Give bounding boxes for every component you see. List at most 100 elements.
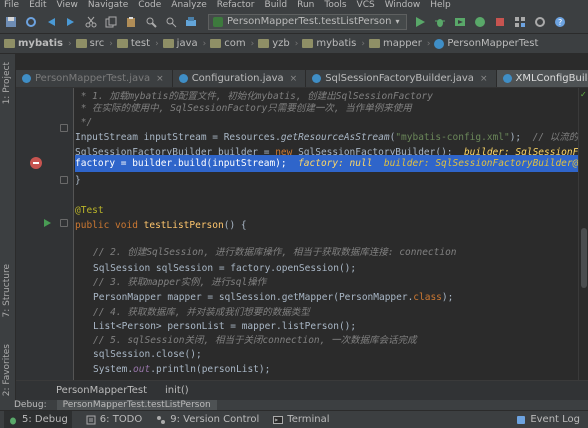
- folder-icon: [368, 39, 380, 48]
- debug-icon[interactable]: [433, 15, 447, 29]
- folder-icon: [4, 39, 15, 48]
- terminal-tool-button[interactable]: Terminal: [273, 414, 330, 425]
- menu-build[interactable]: Build: [265, 0, 288, 10]
- structure-tool-button[interactable]: 7: Structure: [2, 264, 12, 318]
- breadcrumb-class[interactable]: PersonMapperTest: [56, 385, 147, 396]
- code-line: // 2. 创建SqlSession, 进行数据库操作, 相当于获取数据库连接:…: [93, 247, 457, 258]
- version-control-tool-button[interactable]: 9: Version Control: [156, 414, 259, 425]
- breadcrumb-mybatis[interactable]: mybatis ›: [302, 38, 365, 49]
- folder-icon: [258, 39, 270, 48]
- scrollbar-thumb[interactable]: [581, 228, 587, 288]
- breadcrumb-src[interactable]: src ›: [75, 38, 113, 49]
- code-line: System.out.println(personList);: [93, 364, 271, 375]
- save-icon[interactable]: [4, 15, 18, 29]
- svg-text:?: ?: [558, 18, 562, 27]
- chevron-down-icon: ▾: [395, 17, 400, 26]
- chevron-right-icon: ›: [294, 38, 299, 49]
- editor-tabs: PersonMapperTest.java × Configuration.jav…: [16, 70, 588, 88]
- breakpoint-icon[interactable]: [30, 157, 42, 169]
- class-icon: [502, 74, 512, 83]
- code-editor[interactable]: * 1. 加载mybatis的配置文件, 初始化mybatis, 创建出SqlS…: [75, 88, 578, 380]
- project-structure-icon[interactable]: [513, 15, 527, 29]
- folder-icon: [75, 39, 87, 48]
- fold-marker-icon[interactable]: [60, 124, 68, 132]
- close-icon[interactable]: ×: [480, 74, 488, 84]
- cut-icon[interactable]: [84, 15, 98, 29]
- tab-personmappertest[interactable]: PersonMapperTest.java ×: [16, 70, 173, 87]
- current-execution-line: factory = builder.build(inputStream); fa…: [75, 155, 578, 172]
- profile-icon[interactable]: [473, 15, 487, 29]
- breadcrumb-java[interactable]: java ›: [162, 38, 206, 49]
- close-icon[interactable]: ×: [156, 74, 164, 84]
- editor-breadcrumbs: PersonMapperTest init(): [16, 380, 588, 400]
- sync-icon[interactable]: [24, 15, 38, 29]
- code-line: public void testListPerson() {: [75, 220, 247, 231]
- event-log-tool-button[interactable]: Event Log: [516, 414, 580, 425]
- menu-code[interactable]: Code: [138, 0, 161, 10]
- breadcrumb-mapper[interactable]: mapper ›: [368, 38, 431, 49]
- menu-vcs[interactable]: VCS: [357, 0, 375, 10]
- menu-run[interactable]: Run: [297, 0, 314, 10]
- todo-tool-button[interactable]: 6: TODO: [86, 414, 142, 425]
- terminal-icon: [273, 415, 284, 424]
- menu-navigate[interactable]: Navigate: [88, 0, 128, 10]
- breadcrumb-mybatis-root[interactable]: mybatis ›: [4, 38, 72, 49]
- chevron-right-icon: ›: [109, 38, 113, 49]
- run-configuration-label: PersonMapperTest.testListPerson: [227, 16, 392, 27]
- tab-xmlconfigbuilder[interactable]: XMLConfigBuilder.java×: [496, 70, 588, 87]
- fold-marker-icon[interactable]: [60, 176, 68, 184]
- close-icon[interactable]: ×: [290, 74, 298, 84]
- folder-icon: [116, 39, 128, 48]
- forward-icon[interactable]: [64, 15, 78, 29]
- breadcrumb-yzb[interactable]: yzb ›: [258, 38, 298, 49]
- menu-refactor[interactable]: Refactor: [217, 0, 255, 10]
- debug-label: Debug:: [14, 400, 47, 410]
- editor-scrollbar[interactable]: ✓: [578, 88, 588, 380]
- favorites-tool-button[interactable]: 2: Favorites: [2, 344, 12, 396]
- class-icon: [434, 38, 445, 49]
- breadcrumb-com[interactable]: com ›: [210, 38, 254, 49]
- run-icon[interactable]: [413, 15, 427, 29]
- editor-gutter[interactable]: [16, 88, 74, 380]
- todo-icon: [86, 415, 96, 424]
- copy-icon[interactable]: [104, 15, 118, 29]
- menu-file[interactable]: File: [4, 0, 19, 10]
- breadcrumb-personmappertest[interactable]: PersonMapperTest: [434, 38, 538, 49]
- breadcrumb-method[interactable]: init(): [165, 385, 189, 396]
- menu-help[interactable]: Help: [430, 0, 451, 10]
- build-icon[interactable]: [184, 15, 198, 29]
- debug-tool-button[interactable]: 5: Debug: [4, 410, 72, 428]
- tab-configuration[interactable]: Configuration.java ×: [173, 70, 307, 87]
- class-icon: [22, 74, 31, 83]
- stop-icon[interactable]: [493, 15, 507, 29]
- settings-icon[interactable]: [533, 15, 547, 29]
- replace-icon[interactable]: [164, 15, 178, 29]
- menu-edit[interactable]: Edit: [29, 0, 46, 10]
- chevron-right-icon: ›: [361, 38, 365, 49]
- help-icon[interactable]: ?: [553, 15, 567, 29]
- menu-window[interactable]: Window: [385, 0, 421, 10]
- main-toolbar: PersonMapperTest.testListPerson ▾ ?: [0, 10, 588, 34]
- chevron-right-icon: ›: [250, 38, 255, 49]
- fold-marker-icon[interactable]: [60, 219, 68, 227]
- breadcrumb-test[interactable]: test ›: [116, 38, 159, 49]
- back-icon[interactable]: [44, 15, 58, 29]
- run-configuration-selector[interactable]: PersonMapperTest.testListPerson ▾: [208, 13, 407, 30]
- tab-sqlsessionfactorybuilder[interactable]: SqlSessionFactoryBuilder.java ×: [306, 70, 497, 87]
- navigation-bar: mybatis › src › test › java › com › yzb › myba…: [0, 34, 588, 54]
- paste-icon[interactable]: [124, 15, 138, 29]
- bug-icon: [10, 417, 16, 424]
- debug-session-tab[interactable]: PersonMapperTest.testListPerson: [56, 400, 217, 410]
- find-icon[interactable]: [144, 15, 158, 29]
- chevron-right-icon: ›: [68, 38, 72, 49]
- chevron-right-icon: ›: [426, 38, 431, 49]
- debug-header: Debug: PersonMapperTest.testListPerson: [0, 400, 588, 410]
- menu-analyze[interactable]: Analyze: [171, 0, 206, 10]
- coverage-icon[interactable]: [453, 15, 467, 29]
- class-icon: [178, 74, 188, 83]
- run-test-icon[interactable]: [44, 219, 51, 227]
- project-tool-button[interactable]: 1: Project: [2, 62, 12, 104]
- menu-tools[interactable]: Tools: [324, 0, 346, 10]
- menu-view[interactable]: View: [57, 0, 78, 10]
- event-log-icon: [517, 415, 526, 424]
